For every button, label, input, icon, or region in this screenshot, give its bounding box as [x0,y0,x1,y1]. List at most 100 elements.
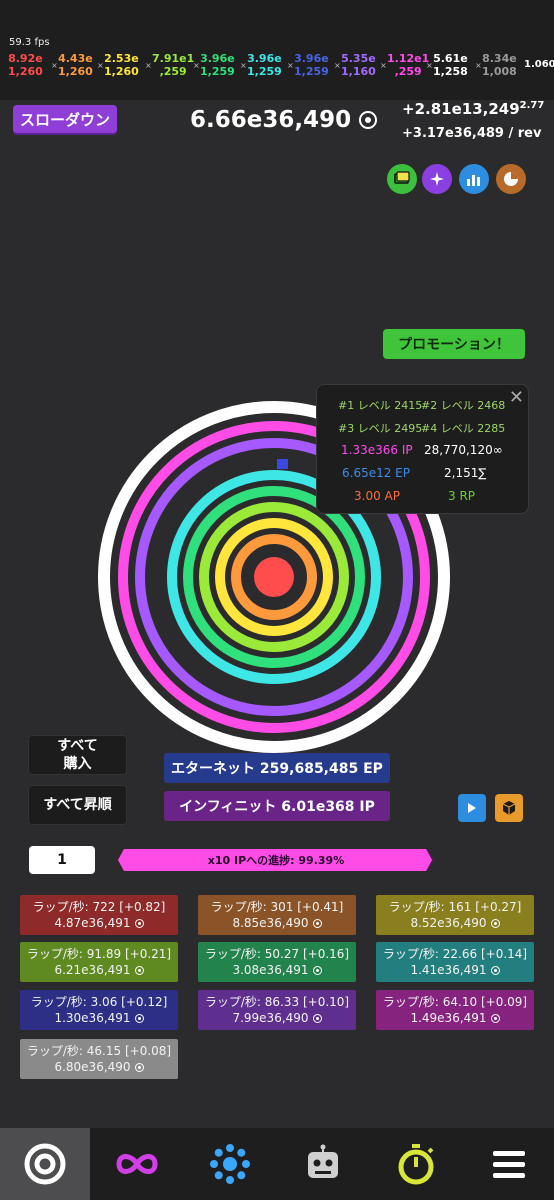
play-icon[interactable] [458,794,486,822]
multiplier-top: 3.96e [294,52,329,65]
buy-all-line2: 購入 [63,756,92,772]
main-currency-value: 6.66e36,490 [190,107,352,133]
generator-cost: 6.21e36,491 [20,963,178,977]
multiplier-bottom: 1,259 [200,65,235,78]
multiplier-separator: × [193,61,200,70]
generator-card-7[interactable]: ラップ/秒: 3.06 [+0.12] 1.30e36,491 [20,990,178,1030]
top-bar: 59.3 fps 8.92e 1,260 4.43e 1,260 2.53e 1,260 7… [0,0,554,100]
generator-cost: 8.85e36,490 [198,916,356,930]
generator-rate: ラップ/秒: 91.89 [+0.21] [26,947,172,961]
generator-card-8[interactable]: ラップ/秒: 86.33 [+0.10] 7.99e36,490 [198,990,356,1030]
level-4: #4 レベル 2285 [421,422,506,435]
nav-automation-tab[interactable] [278,1128,368,1200]
generator-cost-value: 1.30e36,491 [54,1011,131,1025]
ring-currency-icon [312,966,322,975]
fps-counter: 59.3 fps [9,37,50,48]
multiplier-top: 8.34e [482,52,517,65]
infinity-count: 28,770,120∞ [424,443,503,457]
nav-eternity-tab[interactable] [185,1128,275,1200]
multiplier-separator: × [287,61,294,70]
generator-cost: 6.80e36,490 [20,1060,178,1074]
level-info-popup: ✕ #1 レベル 2415 #2 レベル 2468 #3 レベル 2495 #4… [316,384,529,514]
rate-per-second-value: +2.81e13,249 [402,100,520,118]
multiplier-8: 5.35e 1,160 [341,52,376,78]
progress-label: x10 IPへの進捗: 99.39% [207,854,345,867]
nav-infinity-tab[interactable] [92,1128,182,1200]
generator-card-2[interactable]: ラップ/秒: 301 [+0.41] 8.85e36,490 [198,895,356,935]
multiplier-separator: × [240,61,247,70]
generator-card-4[interactable]: ラップ/秒: 91.89 [+0.21] 6.21e36,491 [20,942,178,982]
generator-rate: ラップ/秒: 64.10 [+0.09] [382,995,528,1009]
multiplier-top: 7.91e1 [152,52,195,65]
generator-cost: 4.87e36,491 [20,916,178,930]
generator-cost: 7.99e36,490 [198,1011,356,1025]
rate-exponent: 2.77 [519,100,545,111]
layers-icon[interactable] [387,164,417,194]
generator-rate: ラップ/秒: 46.15 [+0.08] [26,1044,172,1058]
generator-card-1[interactable]: ラップ/秒: 722 [+0.82] 4.87e36,491 [20,895,178,935]
generator-cost: 8.52e36,490 [376,916,534,930]
menu-icon [493,1151,525,1178]
multiplier-10: 5.61e 1,258 [433,52,468,78]
close-icon[interactable]: ✕ [509,387,524,408]
multiplier-top: 4.43e [58,52,93,65]
generator-card-3[interactable]: ラップ/秒: 161 [+0.27] 8.52e36,490 [376,895,534,935]
rate-per-rev: +3.17e36,489 / rev [402,126,542,141]
robot-icon [308,1144,338,1178]
eternet-button[interactable]: エターネット 259,685,485 EP [164,753,390,783]
generator-card-10[interactable]: ラップ/秒: 46.15 [+0.08] 6.80e36,490 [20,1039,178,1079]
multiplier-bottom: 1,260 [104,65,139,78]
multiplier-separator: × [475,61,482,70]
generator-cost-value: 4.87e36,491 [54,916,131,930]
buy-all-button[interactable]: すべて 購入 [28,735,127,775]
multiplier-2: 4.43e 1,260 [58,52,93,78]
ring-currency-icon [134,1063,144,1072]
infinity-button[interactable]: インフィニット 6.01e368 IP [164,791,390,821]
nav-rings-tab[interactable] [0,1128,90,1200]
stats-chart-icon[interactable] [459,164,489,194]
multiplier-bottom: ,259 [159,65,187,78]
multiplier-row: 8.92e 1,260 4.43e 1,260 2.53e 1,260 7.91e1,259… [6,52,554,82]
ring-core-red [254,557,294,597]
generator-card-5[interactable]: ラップ/秒: 50.27 [+0.16] 3.08e36,491 [198,942,356,982]
ap-amount: 3.00 AP [354,489,400,503]
nav-challenges-tab[interactable] [371,1128,461,1200]
ring-currency-icon [134,919,144,928]
sparkle-icon[interactable] [422,164,452,194]
quantity-input[interactable]: 1 [29,846,95,874]
multiplier-6: 3.96e 1,259 [247,52,282,78]
multiplier-total: 1.060 [524,59,554,70]
generator-rate: ラップ/秒: 301 [+0.41] [210,900,344,914]
ring-currency-icon [312,919,322,928]
multiplier-1: 8.92e 1,260 [8,52,43,78]
generator-cost-value: 6.21e36,491 [54,963,131,977]
ring-currency-icon [134,1014,144,1023]
multiplier-top: 5.35e [341,52,376,65]
cube-icon[interactable] [495,794,523,822]
generator-cost-value: 1.49e36,491 [410,1011,487,1025]
multiplier-top: 1.12e1 [387,52,430,65]
multiplier-bottom: ,259 [394,65,422,78]
multiplier-top: 3.96e [200,52,235,65]
multiplier-9: 1.12e1,259 [387,52,429,78]
generator-cost: 1.41e36,491 [376,963,534,977]
multiplier-separator: × [51,61,58,70]
generator-cost-value: 1.41e36,491 [410,963,487,977]
generator-cost-value: 8.52e36,490 [410,916,487,930]
multiplier-top: 5.61e [433,52,468,65]
generator-card-6[interactable]: ラップ/秒: 22.66 [+0.14] 1.41e36,491 [376,942,534,982]
ring-currency-icon [312,1014,322,1023]
multiplier-bottom: 1,259 [247,65,282,78]
sum-amount: 2,151∑ [444,466,487,480]
level-1: #1 レベル 2415 [338,399,423,412]
nav-menu-tab[interactable] [464,1128,554,1200]
generator-card-9[interactable]: ラップ/秒: 64.10 [+0.09] 1.49e36,491 [376,990,534,1030]
multiplier-separator: × [380,61,387,70]
multiplier-separator: × [97,61,104,70]
level-2: #2 レベル 2468 [421,399,506,412]
pie-chart-icon[interactable] [496,164,526,194]
stopwatch-icon [398,1144,434,1185]
slowdown-button[interactable]: スローダウン [13,105,117,133]
ascend-all-button[interactable]: すべて昇順 [28,785,127,825]
promotion-button[interactable]: プロモーション！ [383,329,525,359]
